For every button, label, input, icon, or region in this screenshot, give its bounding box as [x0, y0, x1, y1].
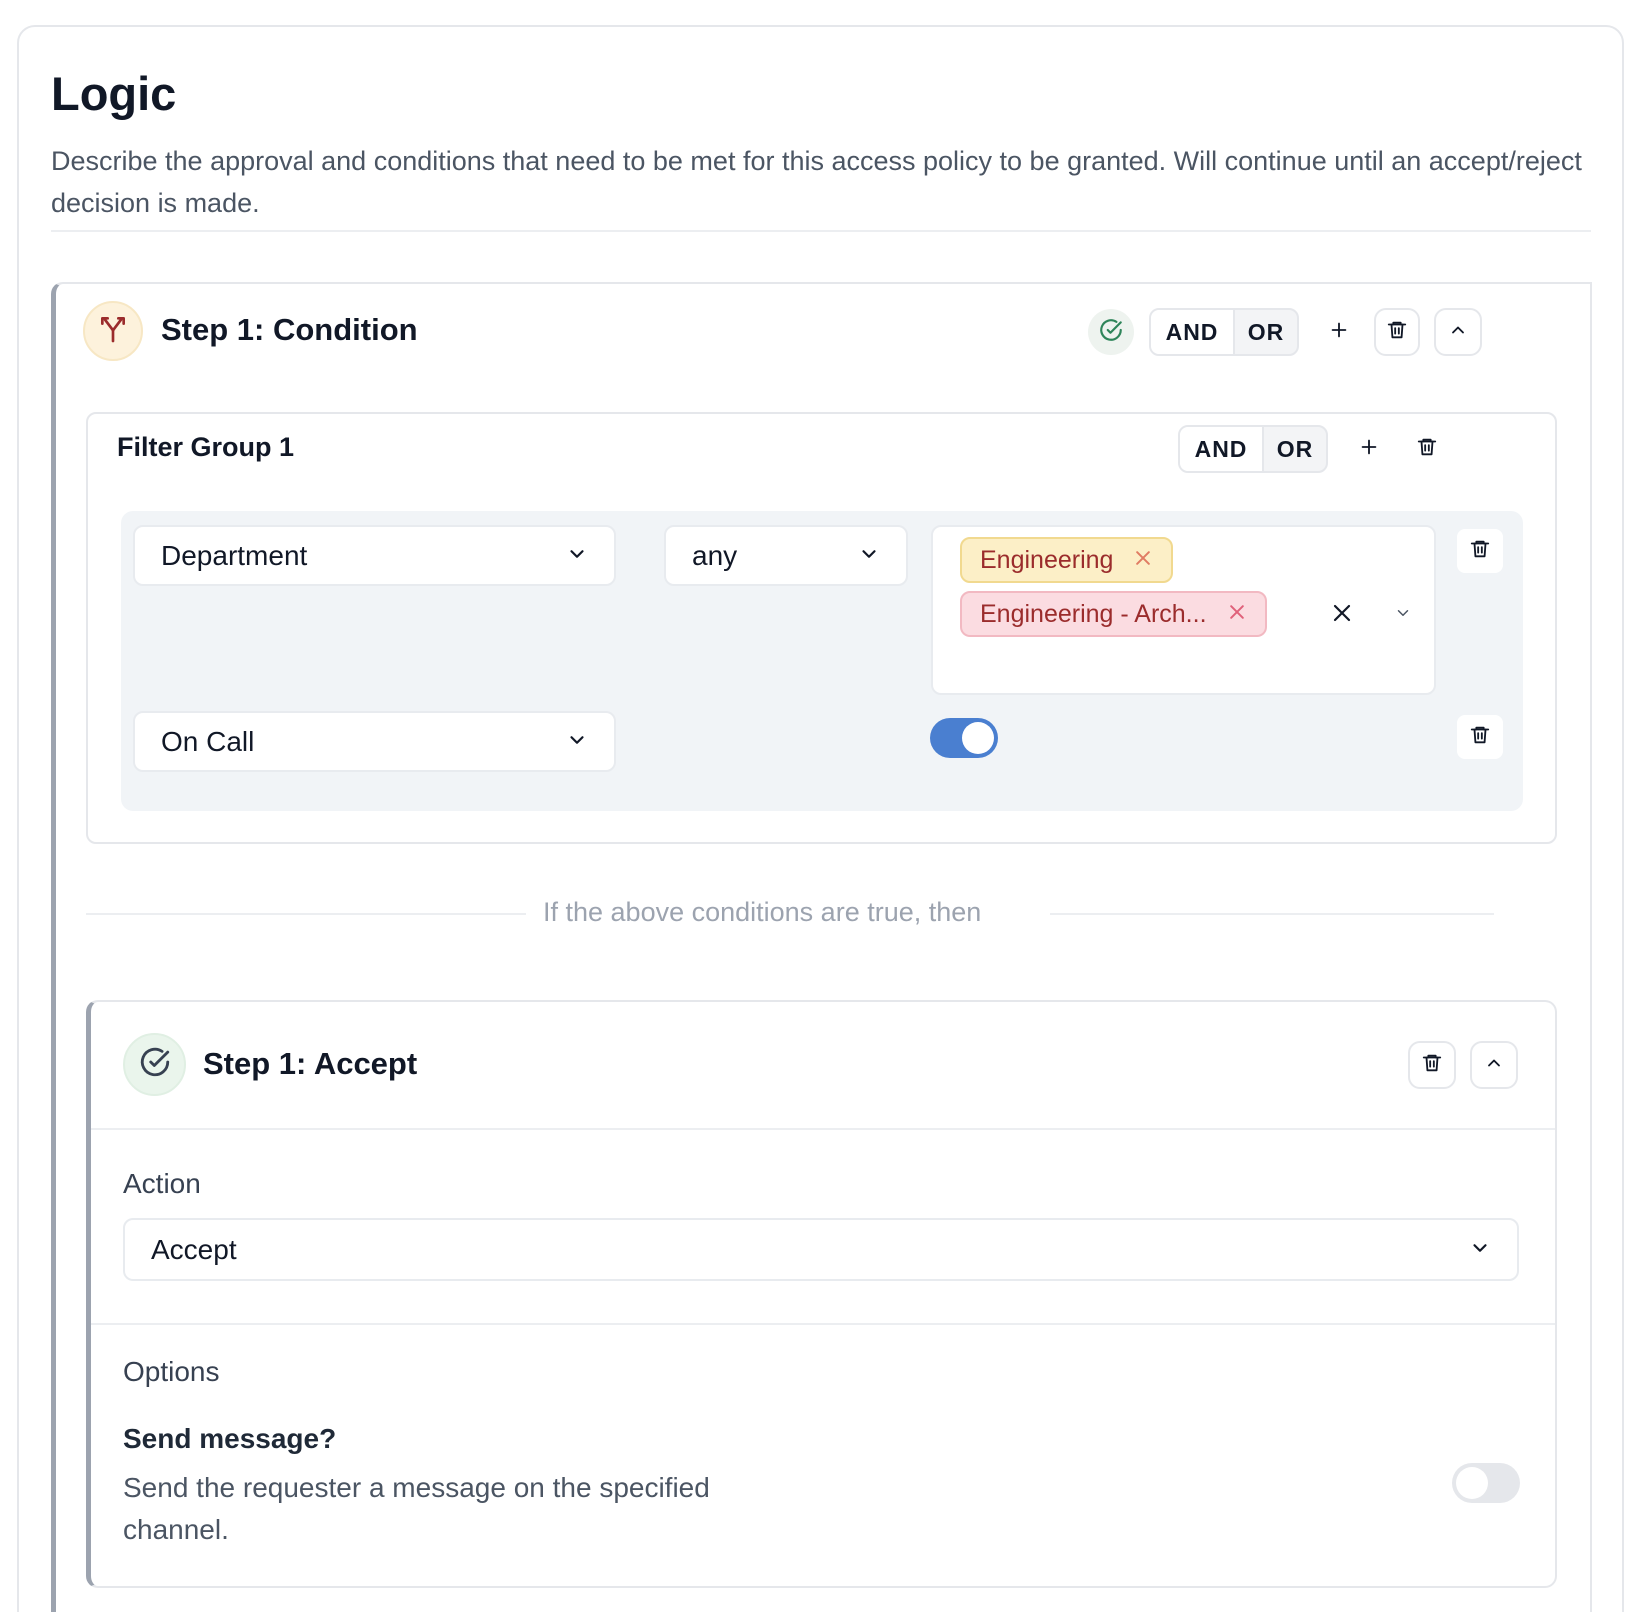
rule-1-operator-select[interactable]: any: [664, 525, 908, 586]
rule-1-field-select[interactable]: Department: [133, 525, 616, 586]
filter-group-and-button[interactable]: AND: [1180, 427, 1264, 471]
condition-step-avatar: [83, 301, 143, 361]
filter-group-or-button[interactable]: OR: [1264, 427, 1326, 471]
trash-icon: [1386, 319, 1408, 346]
plus-icon: [1358, 436, 1380, 463]
action-value: Accept: [151, 1233, 237, 1265]
chevron-up-icon: [1484, 1053, 1504, 1078]
action-label: Action: [123, 1168, 201, 1199]
value-tag-label: Engineering: [980, 545, 1114, 574]
then-divider-text: If the above conditions are true, then: [543, 897, 982, 927]
rule-2-value-toggle[interactable]: [930, 718, 998, 758]
value-tag-label: Engineering - Arch...: [980, 599, 1207, 628]
value-tag-engineering-arch: Engineering - Arch...: [960, 591, 1267, 637]
rule-2-delete-button[interactable]: [1457, 715, 1503, 759]
condition-valid-badge: [1088, 309, 1134, 355]
close-icon: [1330, 601, 1354, 630]
chevron-down-icon: [566, 726, 588, 758]
condition-add-button[interactable]: [1316, 310, 1362, 354]
trash-icon: [1469, 538, 1491, 565]
accept-collapse-button[interactable]: [1470, 1041, 1518, 1089]
close-icon[interactable]: [1227, 600, 1247, 629]
trash-icon: [1469, 724, 1491, 751]
condition-and-button[interactable]: AND: [1151, 310, 1235, 354]
rule-1-delete-button[interactable]: [1457, 529, 1503, 573]
value-tag-engineering: Engineering: [960, 537, 1174, 583]
close-icon[interactable]: [1133, 546, 1153, 575]
condition-delete-button[interactable]: [1374, 308, 1420, 356]
page-title: Logic: [51, 67, 177, 120]
options-label: Options: [123, 1356, 220, 1387]
chevron-up-icon: [1448, 320, 1468, 345]
accept-delete-button[interactable]: [1408, 1041, 1456, 1089]
trash-icon: [1416, 436, 1438, 463]
action-select[interactable]: Accept: [123, 1218, 1519, 1281]
toggle-knob: [962, 722, 994, 754]
chevron-down-icon: [858, 540, 880, 572]
send-message-label: Send message?: [123, 1423, 337, 1454]
rule-2-field-value: On Call: [161, 725, 255, 757]
rule-1-clear-values-button[interactable]: [1322, 595, 1362, 635]
rule-1-field-value: Department: [161, 539, 308, 571]
filter-group-operator-toggle: AND OR: [1178, 425, 1328, 473]
accept-step-title: Step 1: Accept: [203, 1046, 418, 1081]
accept-step-avatar: [123, 1033, 186, 1096]
chevron-down-icon: [566, 540, 588, 572]
check-circle-icon: [138, 1045, 172, 1084]
condition-or-button[interactable]: OR: [1235, 310, 1297, 354]
plus-icon: [1328, 319, 1350, 346]
filter-group-add-button[interactable]: [1346, 427, 1392, 471]
split-arrows-icon: [97, 313, 129, 350]
rule-1-values-dropdown-button[interactable]: [1386, 598, 1420, 632]
trash-icon: [1421, 1052, 1443, 1079]
rule-2-field-select[interactable]: On Call: [133, 711, 616, 772]
filter-group-title: Filter Group 1: [117, 432, 295, 462]
rule-1-operator-value: any: [692, 539, 738, 571]
condition-collapse-button[interactable]: [1434, 308, 1482, 356]
send-message-toggle[interactable]: [1452, 1463, 1520, 1503]
accept-header-separator: [91, 1128, 1555, 1130]
chevron-down-icon: [1394, 604, 1412, 627]
filter-group-delete-button[interactable]: [1404, 427, 1450, 471]
check-circle-icon: [1098, 317, 1124, 348]
send-message-help: Send the requester a message on the spec…: [123, 1472, 710, 1545]
then-divider-right: [1050, 913, 1494, 915]
chevron-down-icon: [1469, 1234, 1491, 1266]
condition-step-title: Step 1: Condition: [161, 312, 418, 347]
header-divider: [51, 230, 1591, 232]
options-separator: [91, 1323, 1555, 1325]
then-divider-left: [86, 913, 526, 915]
toggle-knob: [1456, 1467, 1488, 1499]
page-description: Describe the approval and conditions tha…: [51, 146, 1582, 218]
condition-operator-toggle: AND OR: [1149, 308, 1299, 356]
